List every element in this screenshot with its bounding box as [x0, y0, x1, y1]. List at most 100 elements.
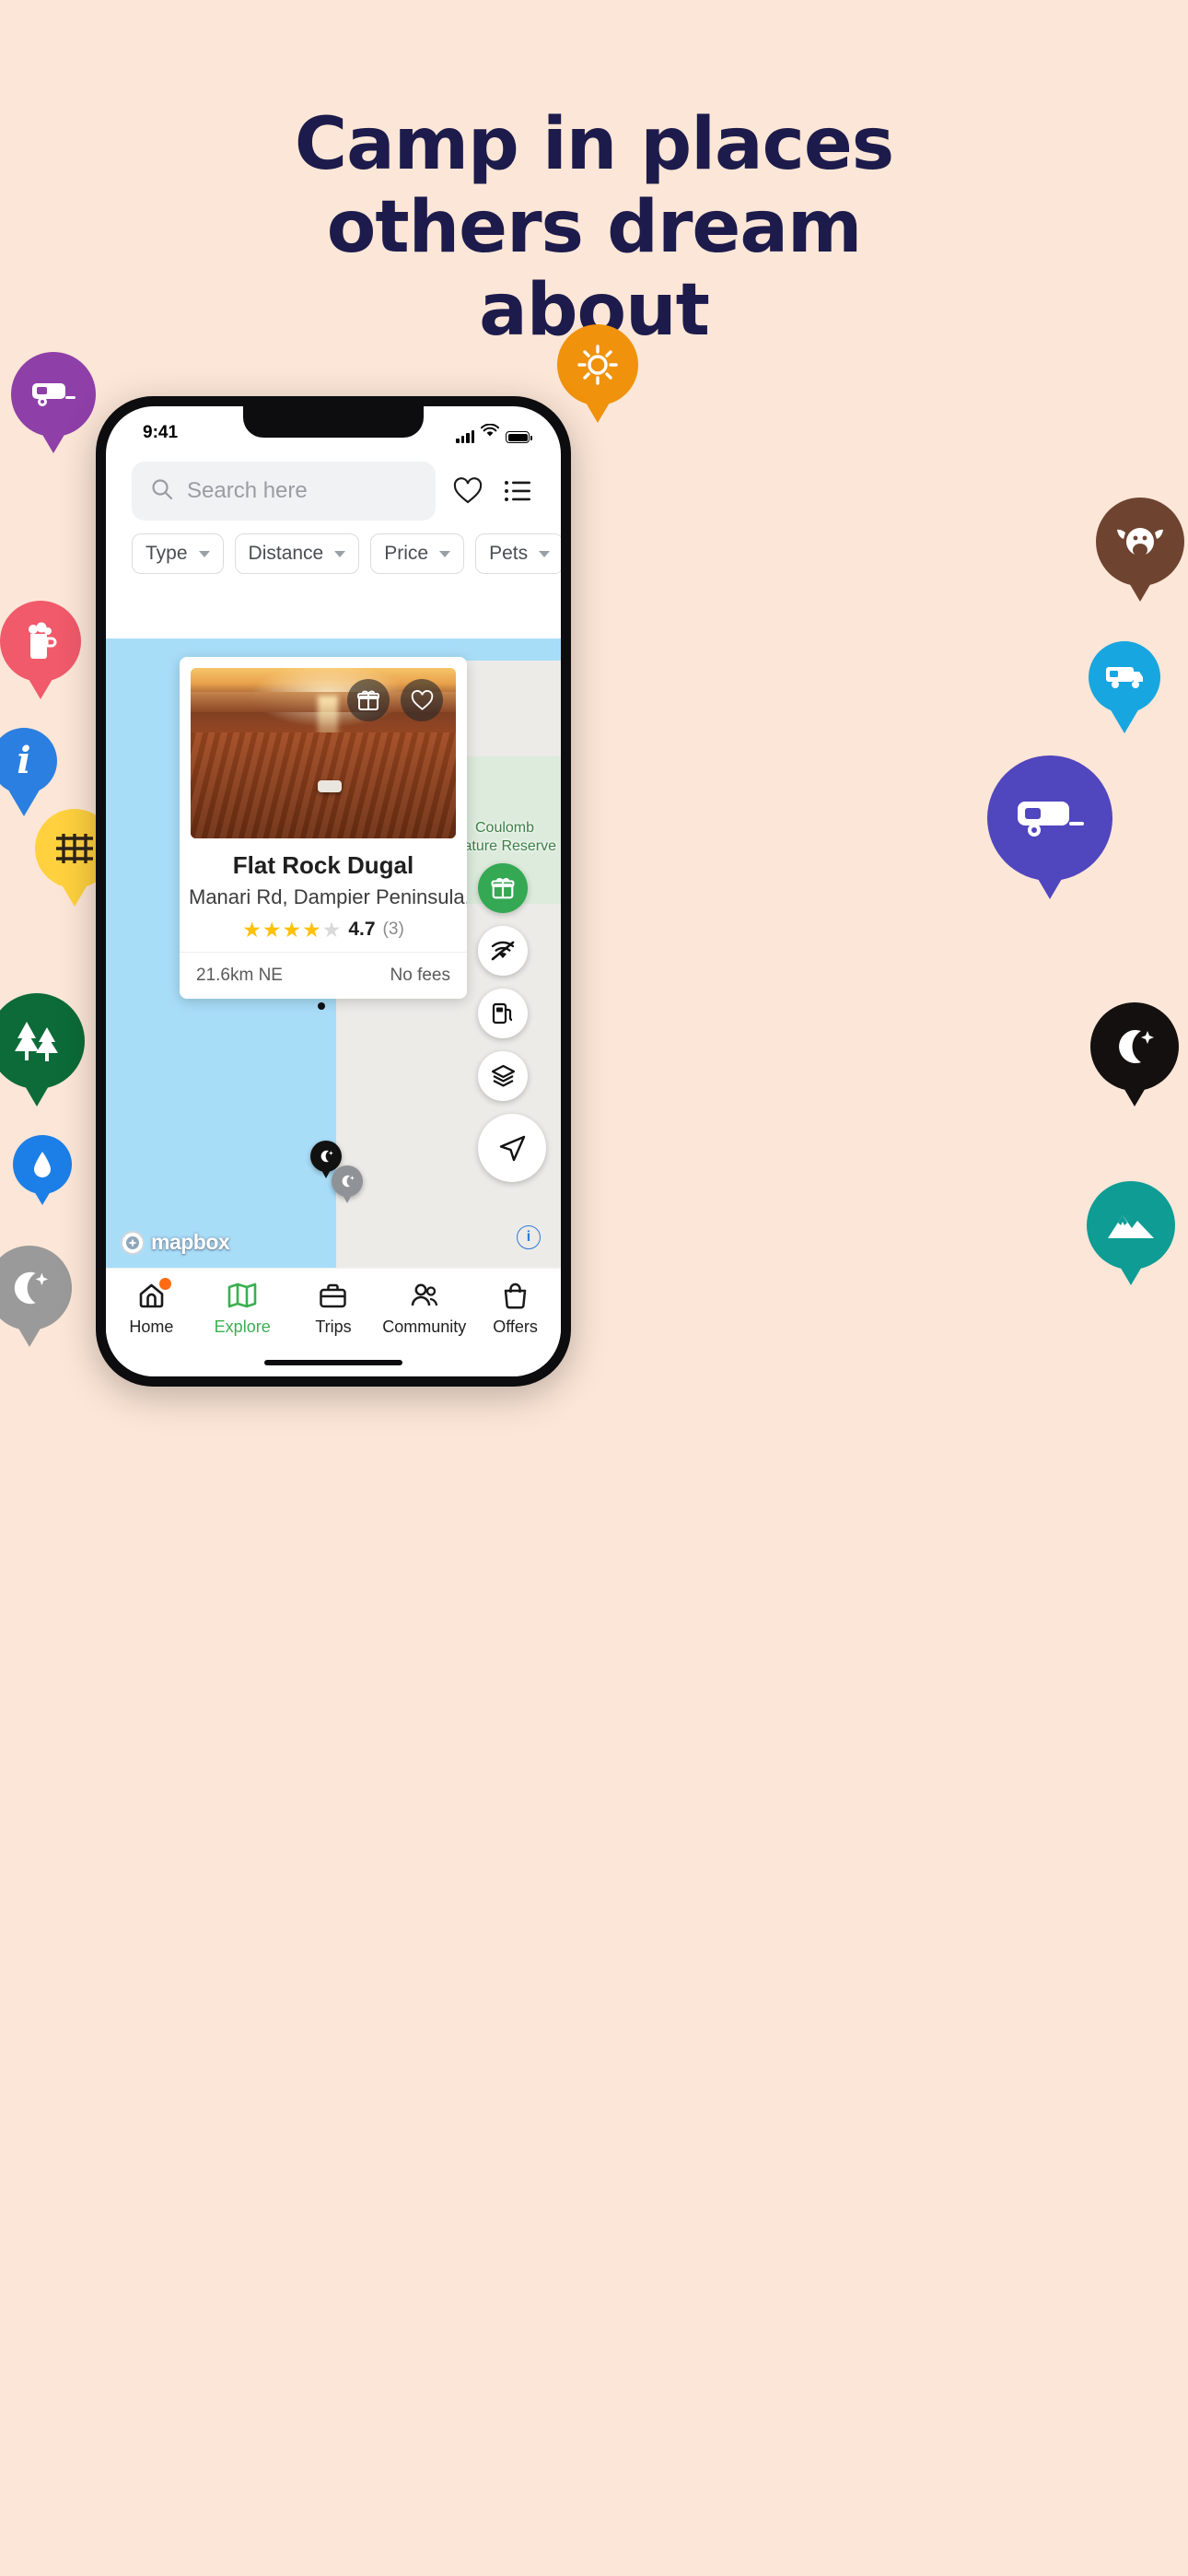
star-rating: ★ ★ ★ ★ ★ — [242, 919, 341, 941]
phone-frame: 9:41 Search here Type Distance Price Pet… — [96, 396, 571, 1387]
list-view-icon[interactable] — [500, 474, 535, 509]
pin-sun-orange — [557, 324, 638, 424]
filter-chip-row: Type Distance Price Pets S — [106, 521, 561, 585]
moon-icon — [1112, 1025, 1157, 1068]
star-icon: ★ — [282, 917, 302, 942]
filter-chip-label: Pets — [489, 543, 529, 564]
photo-vehicle — [318, 780, 343, 793]
page-title-line-2: others dream — [326, 186, 862, 269]
offers-control[interactable] — [478, 863, 528, 913]
tab-label: Community — [382, 1317, 467, 1336]
tab-label: Explore — [214, 1317, 271, 1336]
filter-chip-distance[interactable]: Distance — [234, 533, 360, 574]
pin-cow-brown — [1096, 498, 1184, 603]
page-title: Camp in places others dream about — [0, 103, 1188, 352]
listing-card[interactable]: Flat Rock Dugal Manari Rd, Dampier Penin… — [180, 657, 467, 999]
wifi-filter-control[interactable] — [478, 926, 528, 976]
status-bar-indicators — [456, 423, 532, 443]
suitcase-icon — [319, 1280, 347, 1311]
pin-rv-cyan — [1089, 641, 1160, 734]
pin-trees-green — [0, 993, 85, 1107]
filter-chip-pets[interactable]: Pets — [475, 533, 561, 574]
caravan-icon — [29, 379, 77, 410]
tab-trips[interactable]: Trips — [288, 1280, 379, 1337]
search-placeholder: Search here — [187, 478, 308, 503]
map-icon — [227, 1280, 257, 1311]
chevron-down-icon — [334, 550, 346, 557]
page-title-line-1: Camp in places — [294, 103, 894, 186]
trees-icon — [10, 1018, 64, 1064]
phone-screen: 9:41 Search here Type Distance Price Pet… — [106, 406, 561, 1376]
map-marker-dot — [318, 1002, 325, 1010]
chevron-down-icon — [539, 550, 551, 557]
listing-title: Flat Rock Dugal — [232, 851, 414, 879]
home-indicator — [264, 1360, 402, 1365]
home-notification-badge — [158, 1278, 171, 1290]
mapbox-attribution[interactable]: mapbox — [121, 1230, 230, 1255]
chevron-down-icon — [439, 550, 451, 557]
status-bar-time: 9:41 — [143, 423, 179, 442]
tab-community[interactable]: Community — [379, 1280, 470, 1337]
tab-offers[interactable]: Offers — [470, 1280, 561, 1337]
filter-chip-label: Price — [384, 543, 429, 564]
map-canvas[interactable]: 5 km 10 km Coulomb Nature Reserve — [106, 638, 561, 1268]
listing-footer: 21.6km NE No fees — [180, 952, 467, 999]
sun-icon — [577, 344, 619, 386]
moon-icon — [8, 1268, 51, 1308]
listing-rating: ★ ★ ★ ★ ★ 4.7 (3) — [180, 909, 467, 941]
water-icon — [31, 1150, 53, 1179]
people-icon — [409, 1280, 439, 1311]
bridge-icon — [53, 831, 96, 866]
pin-water-blue — [13, 1135, 72, 1206]
battery-icon — [506, 431, 532, 443]
tab-label: Offers — [493, 1317, 538, 1336]
filter-chip-label: Type — [146, 543, 188, 564]
fuel-filter-control[interactable] — [478, 989, 528, 1038]
mountain-icon — [1106, 1210, 1156, 1241]
cellular-signal-icon — [456, 430, 474, 443]
map-controls — [478, 863, 546, 1182]
star-icon: ★ — [321, 917, 342, 942]
listing-fees: No fees — [390, 966, 450, 985]
pin-info-blue: i — [0, 728, 57, 816]
phone-notch — [243, 406, 424, 438]
bag-icon — [502, 1280, 529, 1311]
caravan-icon — [1014, 796, 1086, 840]
listing-distance: 21.6km NE — [196, 966, 283, 985]
map-marker-campsite[interactable] — [310, 1141, 342, 1172]
pin-beer-red — [0, 601, 81, 700]
pin-caravan-purple — [11, 352, 96, 454]
listing-address: Manari Rd, Dampier Peninsula, WA, ... — [189, 885, 467, 908]
map-marker-campsite[interactable] — [332, 1165, 363, 1197]
pin-mountain-teal — [1087, 1181, 1175, 1286]
pin-caravan-indigo — [987, 755, 1112, 899]
tab-explore[interactable]: Explore — [197, 1280, 288, 1337]
layers-control[interactable] — [478, 1051, 528, 1101]
home-icon — [137, 1278, 171, 1311]
rating-value: 4.7 — [348, 919, 376, 940]
tab-label: Trips — [315, 1317, 352, 1336]
card-favourite-icon[interactable] — [401, 679, 443, 721]
favourites-icon[interactable] — [450, 474, 485, 509]
pin-moon-grey — [0, 1246, 72, 1348]
phone-mockup: 9:41 Search here Type Distance Price Pet… — [96, 396, 571, 1387]
card-offer-icon[interactable] — [347, 679, 390, 721]
chevron-down-icon — [198, 550, 210, 557]
search-row: Search here — [106, 454, 561, 521]
filter-chip-type[interactable]: Type — [132, 533, 224, 574]
info-icon: i — [17, 739, 31, 782]
mapbox-wordmark: mapbox — [151, 1230, 230, 1254]
filter-chip-label: Distance — [248, 543, 324, 564]
beer-icon — [21, 621, 60, 662]
map-info-badge[interactable]: i — [517, 1225, 541, 1249]
search-input[interactable]: Search here — [132, 462, 436, 521]
locate-me-control[interactable] — [478, 1114, 546, 1182]
rating-count: (3) — [382, 919, 404, 939]
listing-photo — [191, 668, 456, 838]
pin-moon-black — [1090, 1002, 1179, 1107]
mapbox-logo-icon — [121, 1230, 145, 1255]
tab-label: Home — [129, 1317, 174, 1336]
search-icon — [150, 477, 174, 506]
filter-chip-price[interactable]: Price — [370, 533, 465, 574]
tab-home[interactable]: Home — [106, 1278, 197, 1337]
